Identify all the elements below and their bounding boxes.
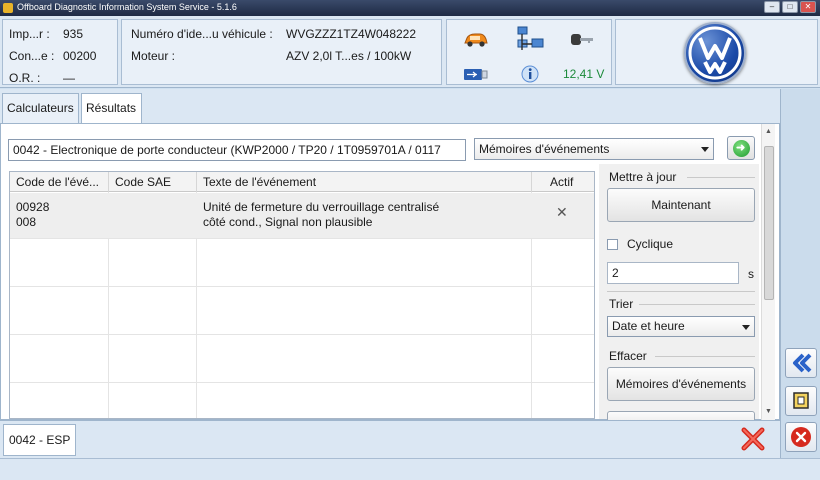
side-panel: Mettre à jour Maintenant Cyclique 2 s Tr… [599, 164, 759, 431]
sort-value: Date et heure [612, 319, 685, 333]
vin-label: Numéro d'ide...u véhicule : [131, 27, 273, 41]
right-toolbar [780, 89, 820, 458]
title-bar: Offboard Diagnostic Information System S… [0, 0, 820, 16]
app-icon [3, 3, 13, 13]
interval-input[interactable]: 2 [607, 262, 739, 284]
maximize-button[interactable]: □ [782, 1, 798, 13]
concession-value: 00200 [63, 49, 97, 63]
engine-label: Moteur : [131, 49, 176, 63]
network-icon[interactable] [515, 26, 545, 52]
frame-icon [793, 392, 809, 409]
chevron-down-icon [701, 147, 709, 152]
ecu-selector-field[interactable]: 0042 - Electronique de porte conducteur … [8, 139, 466, 161]
clear-memory-button[interactable]: Mémoires d'événements [607, 367, 755, 401]
collapse-left-icon [793, 353, 812, 373]
sort-select[interactable]: Date et heure [607, 316, 755, 337]
interval-unit: s [748, 267, 754, 281]
active-marker: ✕ [556, 204, 568, 220]
voltage-readout: 12,41 V [563, 67, 605, 81]
sae-code-cell [109, 193, 196, 238]
bottom-bar: 0042 - ESP [0, 420, 780, 458]
table-row-empty [10, 383, 594, 418]
col-sae-code[interactable]: Code SAE [109, 172, 197, 192]
tab-resultats[interactable]: Résultats [81, 93, 142, 123]
tab-calculateurs[interactable]: Calculateurs [2, 93, 79, 123]
close-window-button[interactable]: ✕ [800, 1, 816, 13]
go-button[interactable]: ➜ [727, 136, 755, 160]
table-row-empty [10, 239, 594, 287]
memory-type-value: Mémoires d'événements [479, 142, 610, 156]
table-header: Code de l'évé... Code SAE Texte de l'évé… [10, 172, 594, 192]
close-circle-icon [791, 427, 811, 447]
ecu-tab-esp[interactable]: 0042 - ESP [3, 424, 77, 456]
order-value: — [63, 71, 75, 85]
table-row-empty [10, 287, 594, 335]
vw-logo [684, 22, 746, 84]
status-icons-box: 12,41 V [446, 19, 612, 85]
table-row-empty [10, 335, 594, 383]
event-text-cell: Unité de fermeture du verrouillage centr… [203, 200, 440, 229]
order-info-box: Imp...r : 935 Con...e : 00200 O.R. : — [2, 19, 118, 85]
status-bar [0, 458, 820, 480]
collapse-left-button[interactable] [785, 348, 817, 378]
header: Imp...r : 935 Con...e : 00200 O.R. : — N… [0, 16, 820, 88]
vertical-scrollbar[interactable]: ▲ ▼ [761, 124, 775, 421]
scroll-up-icon[interactable]: ▲ [765, 128, 772, 135]
event-table: Code de l'évé... Code SAE Texte de l'évé… [9, 171, 595, 419]
car-icon[interactable] [463, 31, 489, 49]
memory-type-select[interactable]: Mémoires d'événements [474, 138, 714, 160]
info-icon[interactable] [519, 64, 541, 84]
window-controls: – □ ✕ [764, 1, 816, 13]
sort-section-title: Trier [609, 297, 634, 311]
concession-label: Con...e : [9, 49, 55, 63]
col-event-code[interactable]: Code de l'évé... [10, 172, 109, 192]
red-x-icon[interactable] [740, 426, 766, 452]
tab-strip: Calculateurs Résultats [0, 89, 780, 123]
engine-value: AZV 2,0l T...es / 100kW [286, 49, 412, 63]
update-now-button[interactable]: Maintenant [607, 188, 755, 222]
order-label: O.R. : [9, 71, 41, 85]
minimize-button[interactable]: – [764, 1, 780, 13]
scroll-thumb[interactable] [764, 146, 774, 300]
importer-label: Imp...r : [9, 27, 50, 41]
col-event-text[interactable]: Texte de l'événement [197, 172, 532, 192]
event-code-cell: 00928 008 [16, 200, 50, 229]
frame-button[interactable] [785, 386, 817, 416]
key-icon[interactable] [569, 31, 595, 49]
table-row[interactable]: 00928 008 Unité de fermeture du verrouil… [10, 193, 594, 239]
cyclic-label: Cyclique [627, 237, 674, 251]
brand-box [615, 19, 818, 85]
scroll-down-icon[interactable]: ▼ [765, 408, 772, 415]
cyclic-checkbox[interactable] [607, 239, 618, 250]
update-section-title: Mettre à jour [609, 170, 677, 184]
vehicle-info-box: Numéro d'ide...u véhicule : WVGZZZ1TZ4W0… [121, 19, 442, 85]
chevron-down-icon [742, 325, 750, 330]
vin-value: WVGZZZ1TZ4W048222 [286, 27, 417, 41]
results-panel: 0042 - Electronique de porte conducteur … [0, 123, 780, 431]
importer-value: 935 [63, 27, 84, 41]
close-circle-button[interactable] [785, 422, 817, 452]
window-title: Offboard Diagnostic Information System S… [17, 2, 237, 12]
clear-section-title: Effacer [609, 349, 647, 363]
col-active[interactable]: Actif [532, 172, 594, 192]
usb-icon[interactable] [463, 66, 489, 84]
